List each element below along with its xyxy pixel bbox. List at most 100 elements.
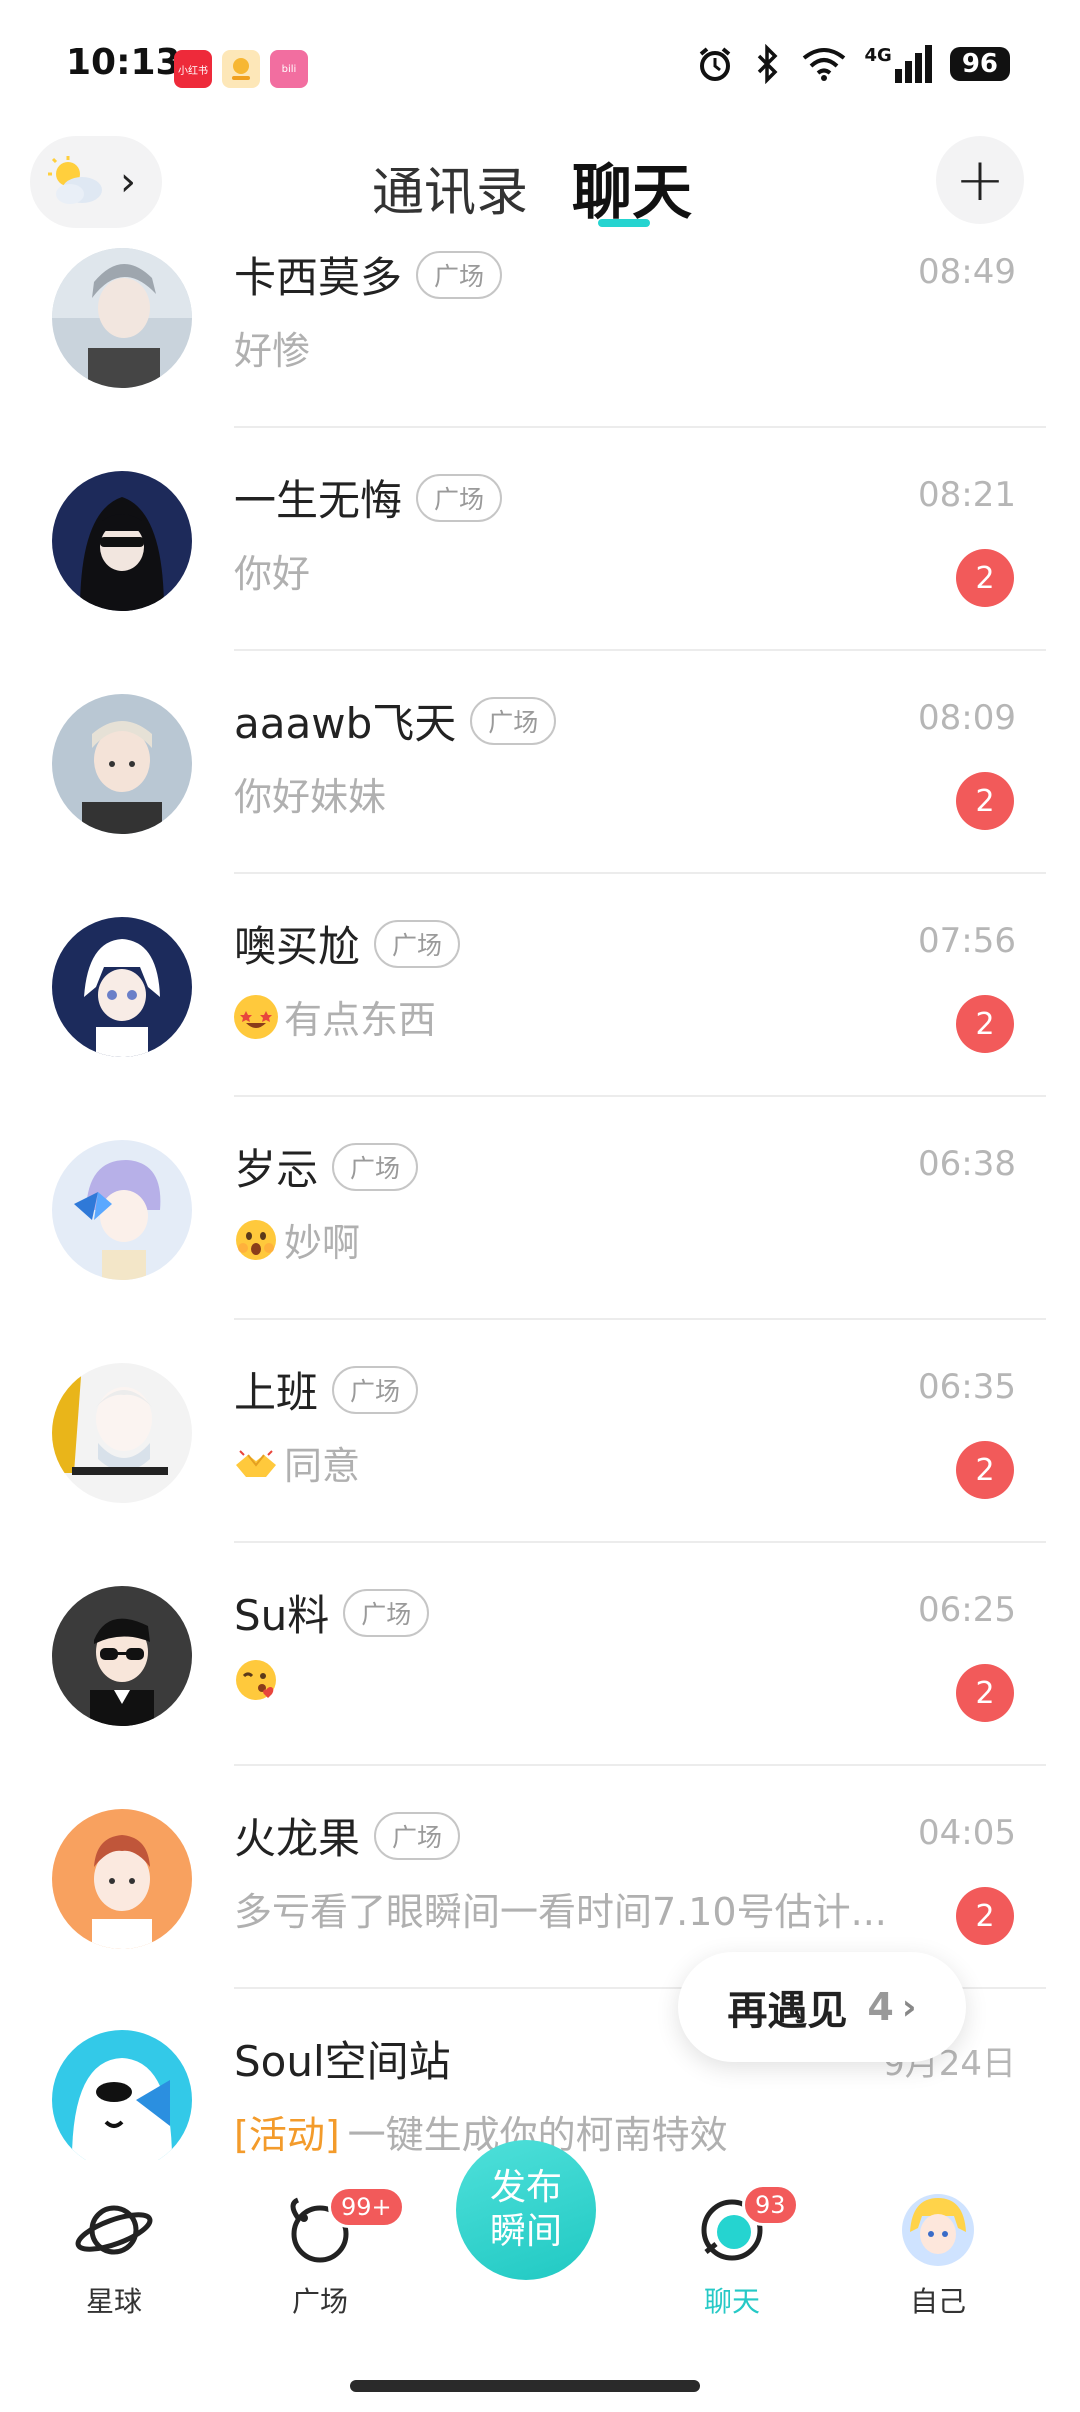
meet-again-count: 4 bbox=[867, 1985, 894, 2029]
publish-moment-button[interactable]: 发布 瞬间 bbox=[456, 2140, 596, 2280]
home-indicator[interactable] bbox=[350, 2380, 700, 2392]
avatar[interactable] bbox=[52, 917, 192, 1057]
last-message: 好惨 bbox=[234, 329, 311, 373]
avatar[interactable] bbox=[52, 1363, 192, 1503]
chat-item[interactable]: 一生无悔 广场 08:21 你好 2 bbox=[0, 463, 1080, 686]
status-time: 10:13 bbox=[66, 42, 181, 83]
chat-bubble-icon: 93 bbox=[690, 2184, 799, 2272]
nav-label: 星球 bbox=[85, 2285, 142, 2318]
avatar[interactable] bbox=[52, 1586, 192, 1726]
contact-name: Soul空间站 bbox=[234, 2037, 451, 2086]
plus-icon: + bbox=[954, 145, 1006, 215]
avatar[interactable] bbox=[52, 2030, 192, 2160]
contact-name: 火龙果 bbox=[234, 1814, 361, 1863]
avatar[interactable] bbox=[52, 471, 192, 611]
bilibili-app-icon: bili bbox=[270, 50, 308, 88]
divider bbox=[234, 1095, 1046, 1097]
chat-item[interactable]: Su料 广场 06:25 2 bbox=[0, 1578, 1080, 1801]
last-message: 有点东西 bbox=[284, 998, 437, 1042]
square-badge: 99+ bbox=[328, 2186, 405, 2228]
kiss-wink-emoji-icon bbox=[234, 1658, 278, 1702]
meet-again-label: 再遇见 bbox=[727, 1988, 848, 2034]
avatar[interactable] bbox=[52, 1809, 192, 1949]
message-time: 06:25 bbox=[918, 1590, 1016, 1630]
active-tab-indicator bbox=[598, 219, 650, 227]
weather-button[interactable]: › bbox=[30, 136, 162, 228]
chat-item[interactable]: 上班 广场 06:35 同意 2 bbox=[0, 1355, 1080, 1578]
tab-contacts[interactable]: 通讯录 bbox=[372, 150, 528, 225]
chevron-right-icon: › bbox=[120, 159, 136, 205]
status-icons: 4G 96 bbox=[695, 44, 1010, 84]
last-message: 你好 bbox=[234, 552, 311, 596]
square-tag: 广场 bbox=[332, 1142, 419, 1191]
square-tag: 广场 bbox=[470, 696, 557, 745]
astonished-emoji-icon bbox=[234, 1218, 278, 1262]
divider bbox=[234, 426, 1046, 428]
app-notification-icon bbox=[222, 50, 260, 88]
chat-badge: 93 bbox=[742, 2184, 799, 2226]
square-tag: 广场 bbox=[416, 473, 503, 522]
square-icon: 99+ bbox=[278, 2186, 405, 2272]
add-button[interactable]: + bbox=[936, 136, 1024, 224]
divider bbox=[234, 1764, 1046, 1766]
cell-signal-icon: 4G bbox=[865, 45, 932, 83]
chat-item[interactable]: aaawb飞天 广场 08:09 你好妹妹 2 bbox=[0, 686, 1080, 909]
nav-square[interactable]: 99+ 广场 bbox=[240, 2186, 405, 2320]
bluetooth-icon bbox=[757, 44, 777, 84]
nav-label: 广场 bbox=[291, 2285, 348, 2318]
contact-name: Su料 bbox=[234, 1591, 330, 1640]
last-message: 同意 bbox=[284, 1444, 361, 1488]
last-message: 妙啊 bbox=[284, 1221, 361, 1265]
wifi-icon bbox=[802, 48, 845, 81]
nav-me[interactable]: 自己 bbox=[858, 2188, 1018, 2320]
unread-badge: 2 bbox=[956, 1664, 1014, 1722]
chat-list[interactable]: 卡西莫多 广场 08:49 好惨 一生无悔 广场 08:21 你好 2 aaawb飞… bbox=[0, 240, 1080, 2160]
activity-label: [活动] bbox=[234, 2113, 340, 2157]
square-tag: 广场 bbox=[332, 1365, 419, 1414]
weather-cloud-sun-icon bbox=[48, 156, 102, 204]
message-time: 08:49 bbox=[918, 252, 1016, 292]
user-avatar-icon bbox=[896, 2188, 980, 2272]
unread-badge: 2 bbox=[956, 772, 1014, 830]
battery-indicator: 96 bbox=[949, 47, 1010, 81]
xiaohongshu-app-icon: 小红书 bbox=[174, 50, 212, 88]
chat-item[interactable]: 卡西莫多 广场 08:49 好惨 bbox=[0, 240, 1080, 463]
square-tag: 广场 bbox=[374, 919, 461, 968]
unread-badge: 2 bbox=[956, 549, 1014, 607]
avatar[interactable] bbox=[52, 1140, 192, 1280]
unread-badge: 2 bbox=[956, 1441, 1014, 1499]
contact-name: 上班 bbox=[234, 1368, 319, 1417]
planet-icon bbox=[72, 2188, 156, 2272]
unread-badge: 2 bbox=[956, 995, 1014, 1053]
contact-name: 岁忈 bbox=[234, 1145, 319, 1194]
last-message: 你好妹妹 bbox=[234, 775, 387, 819]
contact-name: 卡西莫多 bbox=[234, 253, 403, 302]
meet-again-button[interactable]: 再遇见 4 › bbox=[678, 1952, 966, 2062]
contact-name: 噢买尬 bbox=[234, 922, 361, 971]
square-tag: 广场 bbox=[416, 250, 503, 299]
nav-chat[interactable]: 93 聊天 bbox=[652, 2184, 812, 2320]
divider bbox=[234, 1318, 1046, 1320]
avatar[interactable] bbox=[52, 248, 192, 388]
star-struck-emoji-icon bbox=[234, 994, 278, 1039]
square-tag: 广场 bbox=[343, 1588, 430, 1637]
message-time: 08:21 bbox=[918, 475, 1016, 515]
tab-chat[interactable]: 聊天 bbox=[572, 144, 692, 231]
chat-item[interactable]: 噢买尬 广场 07:56 有点东西 2 bbox=[0, 909, 1080, 1132]
last-message: 多亏看了眼瞬间一看时间7.10号估计... bbox=[234, 1890, 887, 1934]
message-time: 04:05 bbox=[918, 1813, 1016, 1853]
publish-label-line1: 发布 bbox=[489, 2167, 562, 2208]
avatar[interactable] bbox=[52, 694, 192, 834]
message-time: 06:38 bbox=[918, 1144, 1016, 1184]
contact-name: 一生无悔 bbox=[234, 476, 403, 525]
nav-label: 聊天 bbox=[703, 2285, 760, 2318]
chevron-right-icon: › bbox=[901, 1986, 917, 2028]
nav-planet[interactable]: 星球 bbox=[34, 2188, 194, 2320]
handshake-emoji-icon bbox=[234, 1441, 278, 1485]
divider bbox=[234, 872, 1046, 874]
status-bar: 10:13 小红书 bili 4G 96 bbox=[0, 0, 1080, 130]
chat-item[interactable]: 岁忈 广场 06:38 妙啊 bbox=[0, 1132, 1080, 1355]
alarm-icon bbox=[699, 47, 730, 81]
message-time: 08:09 bbox=[918, 698, 1016, 738]
divider bbox=[234, 1541, 1046, 1543]
